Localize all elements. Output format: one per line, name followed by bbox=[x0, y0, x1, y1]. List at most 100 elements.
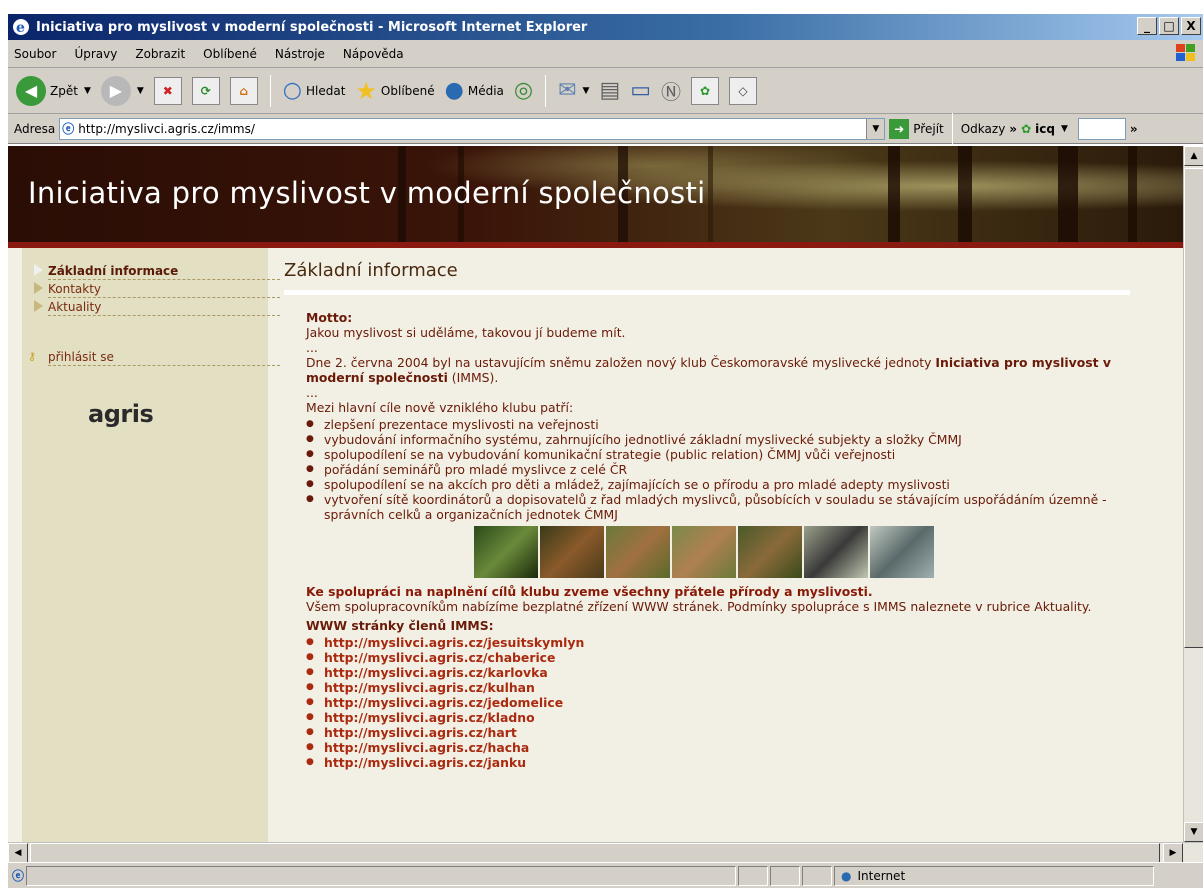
mail-button[interactable]: ✉ ▼ bbox=[556, 74, 591, 108]
menu-napoveda[interactable]: Nápověda bbox=[343, 47, 404, 61]
deer-photo bbox=[540, 526, 604, 578]
internet-globe-icon: ● bbox=[841, 868, 852, 883]
back-dropdown-icon[interactable]: ▼ bbox=[84, 86, 91, 96]
favorites-button[interactable]: ★ Oblíbené bbox=[353, 74, 436, 108]
intro-text-end: (IMMS). bbox=[447, 370, 499, 385]
icq-search-input[interactable] bbox=[1077, 117, 1126, 140]
history-button[interactable]: ◎ bbox=[512, 74, 535, 108]
chevron-right-icon[interactable]: » bbox=[1130, 122, 1138, 136]
scroll-down-icon[interactable]: ▼ bbox=[1184, 822, 1203, 842]
goals-list: zlepšení prezentace myslivosti na veřejn… bbox=[306, 417, 1136, 522]
member-link[interactable]: http://myslivci.agris.cz/jedomelice bbox=[306, 695, 1136, 710]
go-arrow-icon[interactable]: ➜ bbox=[889, 118, 910, 139]
forest-photo bbox=[474, 526, 538, 578]
site-banner: Iniciativa pro myslivost v moderní spole… bbox=[8, 146, 1183, 246]
triangle-right-icon bbox=[34, 300, 43, 312]
agris-logo[interactable]: agris bbox=[88, 400, 154, 428]
nav-item-kontakty[interactable]: Kontakty bbox=[34, 280, 280, 298]
stop-button[interactable]: ✖ bbox=[152, 74, 184, 108]
messenger-button[interactable]: Ⓝ bbox=[659, 74, 683, 108]
diamond-icon: ◇ bbox=[729, 76, 758, 105]
menu-oblibene[interactable]: Oblíbené bbox=[203, 47, 257, 61]
window-title: Iniciativa pro myslivost v moderní spole… bbox=[36, 19, 588, 35]
close-button[interactable]: X bbox=[1181, 17, 1201, 35]
nav-item-aktuality[interactable]: Aktuality bbox=[34, 298, 280, 316]
list-item: vybudování informačního systému, zahrnuj… bbox=[306, 432, 1136, 447]
icq-toolbar-button[interactable]: ✿ bbox=[689, 74, 721, 108]
window-titlebar: e Iniciativa pro myslivost v moderní spo… bbox=[8, 14, 1203, 40]
maximize-button[interactable]: □ bbox=[1159, 17, 1179, 35]
article-body: Motto: Jakou myslivost si uděláme, takov… bbox=[306, 310, 1136, 770]
go-button[interactable]: Přejít bbox=[913, 122, 943, 136]
banner-title: Iniciativa pro myslivost v moderní spole… bbox=[28, 176, 706, 210]
forward-dropdown-icon[interactable]: ▼ bbox=[137, 86, 144, 96]
ducks-photo bbox=[870, 526, 934, 578]
print-button[interactable]: ▤ bbox=[597, 74, 622, 108]
toolbar-separator bbox=[269, 74, 271, 107]
member-link[interactable]: http://myslivci.agris.cz/jesuitskymlyn bbox=[306, 635, 1136, 650]
back-button[interactable]: ◀ Zpět ▼ bbox=[14, 74, 93, 108]
nav-item-zakladni-informace[interactable]: Základní informace bbox=[34, 262, 280, 280]
links-button[interactable]: Odkazy bbox=[961, 122, 1006, 136]
forward-button[interactable]: ▶ ▼ bbox=[99, 74, 146, 108]
list-item: pořádání seminářů pro mladé myslivce z c… bbox=[306, 462, 1136, 477]
search-button[interactable]: ○ Hledat bbox=[281, 74, 348, 108]
horizontal-scrollbar[interactable]: ◀ ▶ bbox=[8, 842, 1203, 863]
address-dropdown-icon[interactable]: ▼ bbox=[866, 118, 885, 139]
member-link[interactable]: http://myslivci.agris.cz/hart bbox=[306, 725, 1136, 740]
member-link[interactable]: http://myslivci.agris.cz/janku bbox=[306, 755, 1136, 770]
menu-upravy[interactable]: Úpravy bbox=[74, 47, 117, 61]
address-input[interactable]: ⓔ http://myslivci.agris.cz/imms/ ▼ bbox=[59, 117, 886, 140]
raptor-photo bbox=[804, 526, 868, 578]
intro-text: Dne 2. června 2004 byl na ustavujícím sn… bbox=[306, 355, 936, 370]
toolbar-separator bbox=[545, 74, 547, 107]
login-link[interactable]: ⚷ přihlásit se bbox=[28, 348, 280, 366]
member-link[interactable]: http://myslivci.agris.cz/kladno bbox=[306, 710, 1136, 725]
horizontal-scroll-thumb[interactable] bbox=[30, 843, 1160, 863]
menu-nastroje[interactable]: Nástroje bbox=[275, 47, 325, 61]
status-panel bbox=[770, 865, 801, 886]
member-link[interactable]: http://myslivci.agris.cz/karlovka bbox=[306, 665, 1136, 680]
list-item: spolupodílení se na vybudování komunikač… bbox=[306, 447, 1136, 462]
scroll-up-icon[interactable]: ▲ bbox=[1184, 146, 1203, 166]
media-button[interactable]: ● Média bbox=[443, 74, 506, 108]
status-panel bbox=[738, 865, 769, 886]
diamond-button[interactable]: ◇ bbox=[727, 74, 759, 108]
scroll-right-icon[interactable]: ▶ bbox=[1163, 843, 1183, 863]
member-link[interactable]: http://myslivci.agris.cz/kulhan bbox=[306, 680, 1136, 695]
zone-label: Internet bbox=[857, 868, 906, 883]
invitation-text: Ke spolupráci na naplnění cílů klubu zve… bbox=[306, 584, 873, 599]
menu-soubor[interactable]: Soubor bbox=[14, 47, 56, 61]
favorites-star-icon: ★ bbox=[355, 76, 377, 105]
menu-zobrazit[interactable]: Zobrazit bbox=[135, 47, 185, 61]
refresh-icon: ⟳ bbox=[191, 76, 220, 105]
icq-icon: ✿ bbox=[1021, 121, 1032, 136]
minimize-button[interactable]: _ bbox=[1137, 17, 1157, 35]
toolbar: ◀ Zpět ▼ ▶ ▼ ✖ ⟳ ⌂ ○ Hledat ★ Oblíbené ●… bbox=[8, 68, 1203, 114]
icq-flower-icon: ✿ bbox=[691, 76, 720, 105]
scroll-left-icon[interactable]: ◀ bbox=[8, 843, 28, 863]
vertical-scrollbar[interactable]: ▲ ▼ bbox=[1183, 146, 1203, 842]
refresh-button[interactable]: ⟳ bbox=[190, 74, 222, 108]
page-status-icon: ⓔ bbox=[12, 869, 25, 883]
home-button[interactable]: ⌂ bbox=[228, 74, 260, 108]
vertical-scroll-thumb[interactable] bbox=[1184, 168, 1203, 648]
chevron-right-icon[interactable]: » bbox=[1009, 122, 1017, 136]
status-bar: ⓔ ● Internet bbox=[8, 862, 1203, 888]
media-label: Média bbox=[467, 83, 504, 98]
icq-dropdown-icon[interactable]: ▼ bbox=[1061, 124, 1068, 134]
mail-dropdown-icon[interactable]: ▼ bbox=[583, 86, 590, 96]
offer-text: Všem spolupracovníkům nabízíme bezplatné… bbox=[306, 599, 1092, 614]
sidebar: Základní informace Kontakty Aktuality ⚷ … bbox=[22, 248, 280, 842]
icq-button[interactable]: icq bbox=[1035, 122, 1055, 136]
search-label: Hledat bbox=[305, 83, 346, 98]
favorites-label: Oblíbené bbox=[380, 83, 435, 98]
edit-icon: ▭ bbox=[630, 78, 652, 103]
intro-paragraph: Dne 2. června 2004 byl na ustavujícím sn… bbox=[306, 355, 1136, 385]
member-link[interactable]: http://myslivci.agris.cz/hacha bbox=[306, 740, 1136, 755]
goals-label: Mezi hlavní cíle nově vzniklého klubu pa… bbox=[306, 400, 574, 415]
motto-text: Jakou myslivost si uděláme, takovou jí b… bbox=[306, 325, 626, 340]
svg-text:e: e bbox=[16, 20, 25, 36]
member-link[interactable]: http://myslivci.agris.cz/chaberice bbox=[306, 650, 1136, 665]
edit-button[interactable]: ▭ bbox=[628, 74, 653, 108]
